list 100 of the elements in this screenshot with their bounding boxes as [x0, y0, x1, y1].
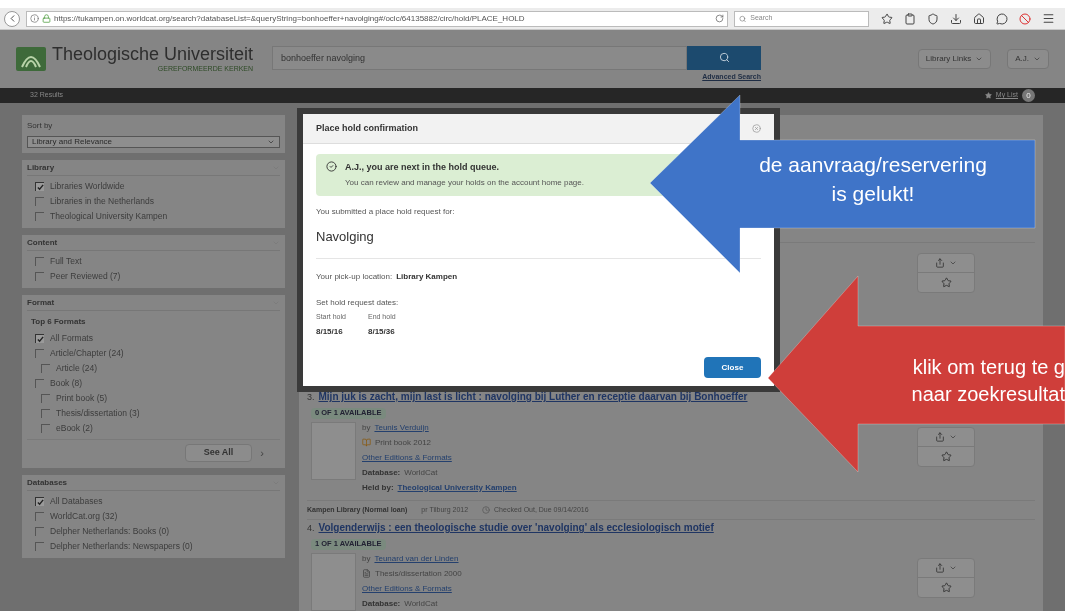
facet-option[interactable]: Libraries Worldwide — [50, 181, 125, 192]
checkbox[interactable] — [35, 257, 44, 266]
result-title-link[interactable]: Volgenderwijs : een theologische studie over 'navolging' als ecclesiologisch motief — [318, 520, 714, 535]
search-icon — [718, 52, 730, 64]
database-label: Database: — [362, 466, 401, 479]
shield-icon[interactable] — [927, 12, 939, 25]
star-icon — [940, 451, 952, 462]
checkbox[interactable] — [35, 272, 44, 281]
facet-option[interactable]: Thesis/dissertation (3) — [56, 408, 140, 419]
checkbox[interactable] — [41, 424, 50, 433]
facet-option[interactable]: eBook (2) — [56, 423, 93, 434]
facet-subheading: Top 6 Formats — [30, 316, 87, 328]
database-label: Database: — [362, 597, 401, 610]
other-editions-link[interactable]: Other Editions & Formats — [362, 582, 462, 595]
dialog-title: Place hold confirmation — [316, 121, 418, 135]
home-icon[interactable] — [973, 12, 985, 25]
my-list-count: 0 — [1022, 89, 1035, 102]
checkbox[interactable] — [35, 497, 44, 506]
author-prefix: by — [362, 421, 371, 434]
checkbox[interactable] — [41, 394, 50, 403]
caret-icon — [1033, 55, 1041, 63]
facet-option[interactable]: Article/Chapter (24) — [50, 348, 124, 359]
share-icon — [935, 563, 945, 573]
chat-icon[interactable] — [996, 12, 1008, 25]
date-value: 8/15/16 — [316, 325, 344, 338]
pickup-label: Your pick-up location: — [316, 271, 393, 283]
search-icon — [739, 14, 747, 23]
download-icon[interactable] — [950, 12, 962, 25]
checkbox[interactable] — [35, 349, 44, 358]
logo-icon — [16, 47, 46, 71]
search-button[interactable] — [687, 45, 761, 70]
facet-option[interactable]: Print book (5) — [56, 393, 108, 404]
facet-option[interactable]: Delpher Netherlands: Newspapers (0) — [50, 541, 193, 552]
result-title-link[interactable]: Mijn juk is zacht, mijn last is licht : navolging bij Luther en receptie daarvan bij Bonhoeffer — [318, 389, 748, 404]
caret-icon — [267, 138, 275, 146]
author-link[interactable]: Teunis Verduijn — [374, 421, 429, 434]
share-icon — [935, 432, 945, 442]
next-arrow: › — [260, 445, 264, 461]
caret-icon — [975, 55, 984, 63]
callout-text: naar zoekresultat — [911, 382, 1065, 407]
lock-icon — [42, 14, 51, 23]
facet-option[interactable]: All Formats — [50, 333, 93, 344]
document-icon — [362, 569, 371, 578]
facet-option[interactable]: All Databases — [50, 496, 103, 507]
adblock-icon[interactable] — [1019, 12, 1031, 25]
author-link[interactable]: Teunard van der Linden — [374, 552, 459, 565]
checkbox[interactable] — [35, 212, 44, 221]
menu-dropdown[interactable]: Library Links — [917, 49, 992, 69]
callout-text: de aanvraag/reservering — [759, 152, 987, 178]
facet-option[interactable]: Book (8) — [50, 378, 83, 389]
checkbox[interactable] — [35, 527, 44, 536]
sort-select[interactable]: Library and Relevance — [27, 136, 280, 148]
search-field[interactable]: bonhoeffer navolging — [272, 45, 687, 70]
callout-text: klik om terug te g — [912, 355, 1065, 380]
author-prefix: by — [362, 552, 371, 565]
menu-dropdown[interactable]: A.J. — [1007, 49, 1049, 69]
checkbox[interactable] — [35, 512, 44, 521]
checkbox[interactable] — [35, 182, 44, 191]
facet-option[interactable]: Peer Reviewed (7) — [50, 271, 121, 282]
reload-icon[interactable] — [715, 14, 724, 23]
checkbox[interactable] — [41, 409, 50, 418]
callout-text: is gelukt! — [831, 181, 915, 207]
back-button[interactable] — [4, 10, 20, 27]
clock-icon — [482, 505, 491, 514]
book-icon — [362, 438, 371, 447]
checkbox[interactable] — [41, 364, 50, 373]
share-icon — [935, 258, 945, 268]
close-icon[interactable] — [752, 124, 761, 133]
bookmark-star-icon[interactable] — [881, 12, 893, 25]
dates-label: Set hold request dates: — [316, 297, 400, 309]
clipboard-icon[interactable] — [904, 12, 916, 25]
pickup-value: Library Kampen — [396, 271, 458, 283]
close-button[interactable]: Close — [704, 357, 761, 378]
facet-title: Format — [27, 296, 55, 309]
caret-icon — [949, 259, 957, 267]
facet-option[interactable]: Article (24) — [56, 363, 98, 374]
result-number: 3. — [307, 391, 315, 404]
facet-title: Content — [27, 236, 58, 249]
see-all-button[interactable]: See All — [184, 444, 253, 462]
facet-option[interactable]: Theological University Kampen — [50, 211, 168, 222]
star-icon — [940, 277, 952, 288]
menu-icon[interactable] — [1042, 12, 1055, 25]
checkbox[interactable] — [35, 542, 44, 551]
database-value: WorldCat — [404, 597, 438, 610]
facet-option[interactable]: Delpher Netherlands: Books (0) — [50, 526, 170, 537]
held-by-label: Held by: — [362, 481, 394, 494]
facet-option[interactable]: WorldCat.org (32) — [50, 511, 118, 522]
facet-title: Library — [27, 161, 55, 174]
caret-icon — [949, 564, 957, 572]
submitted-label: You submitted a place hold request for: — [316, 205, 456, 218]
checkbox[interactable] — [35, 379, 44, 388]
other-editions-link[interactable]: Other Editions & Formats — [362, 451, 517, 464]
facet-option[interactable]: Full Text — [50, 256, 82, 267]
checkbox[interactable] — [35, 197, 44, 206]
checkbox[interactable] — [35, 334, 44, 343]
sort-label: Sort by — [27, 120, 54, 132]
held-by-link[interactable]: Theological University Kampen — [397, 481, 517, 494]
logo-title: Theologische Universiteit — [52, 43, 254, 64]
alert-title: A.J., you are next in the hold queue. — [345, 161, 501, 174]
address-bar[interactable]: https://tukampen.on.worldcat.org/search?databaseList=&queryString=bonhoeffer+navolging#/oclc/64135882/circ/hold/PLACE_HOLD — [26, 10, 728, 27]
